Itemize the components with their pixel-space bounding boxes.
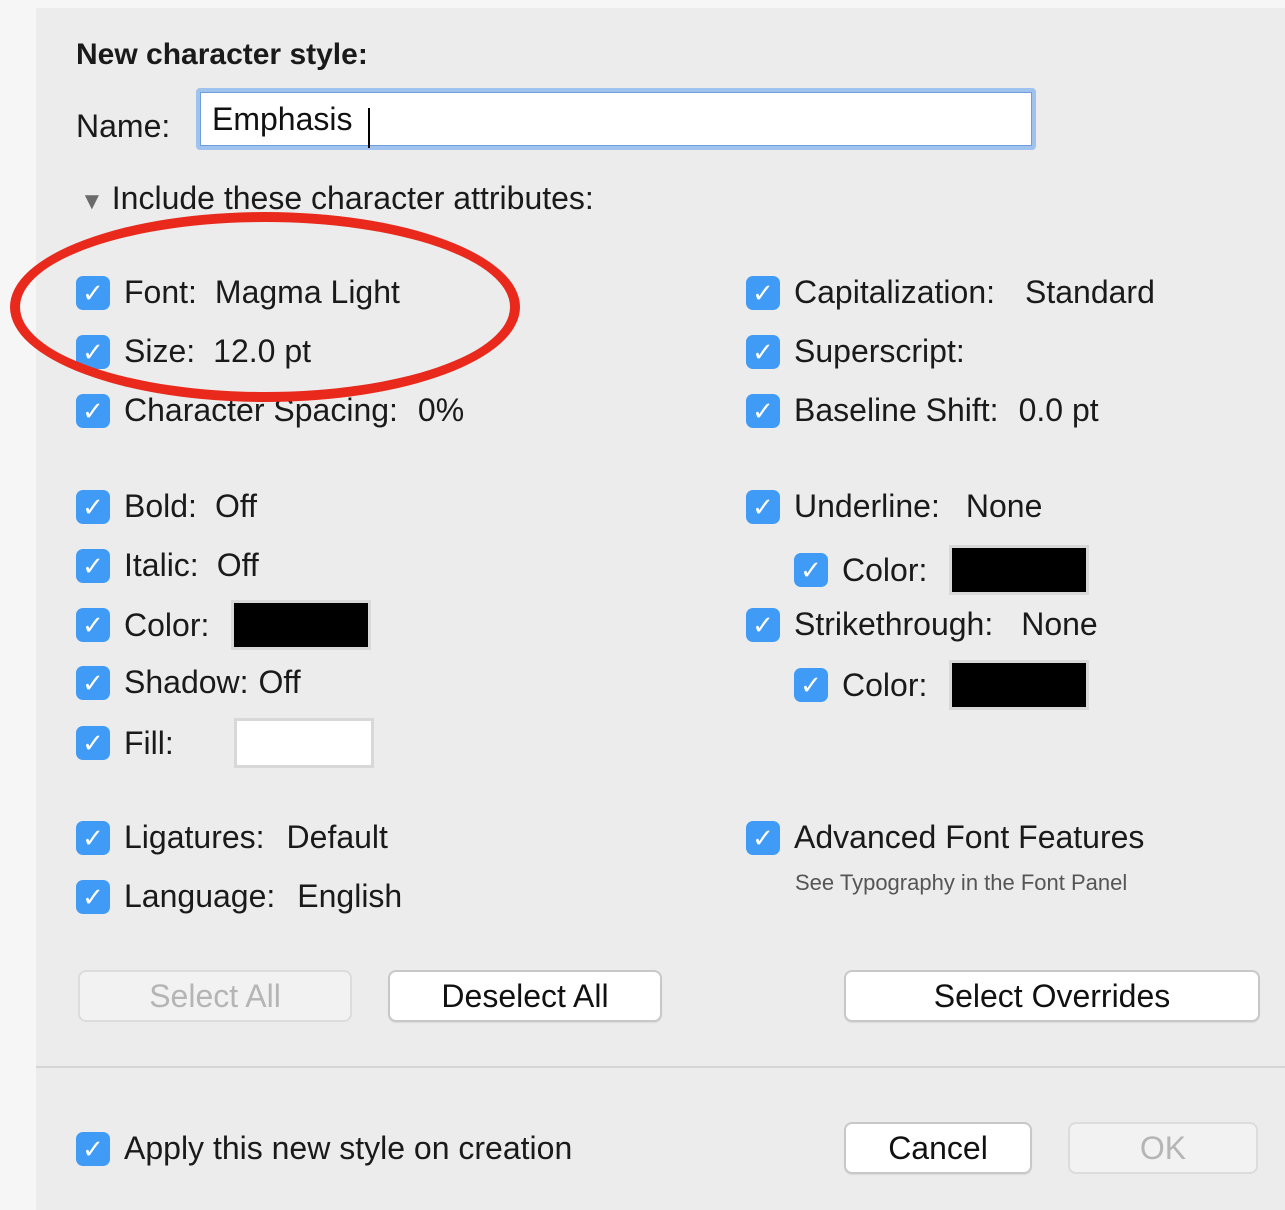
underline-value: None (965, 488, 1043, 524)
font-row[interactable]: ✓ Font: Magma Light (76, 274, 400, 311)
checkmark-icon[interactable]: ✓ (76, 726, 110, 760)
capitalization-row[interactable]: ✓ Capitalization: Standard (746, 274, 1155, 311)
text-color-swatch[interactable] (231, 600, 372, 650)
language-value: English (297, 878, 403, 914)
select-overrides-button[interactable]: Select Overrides (844, 970, 1260, 1022)
checkmark-icon[interactable]: ✓ (794, 668, 828, 702)
underline-color-label: Color: (842, 551, 928, 588)
color-row[interactable]: ✓ Color: (76, 600, 372, 650)
advanced-font-features-label: Advanced Font Features (794, 819, 1145, 855)
italic-row[interactable]: ✓ Italic: Off (76, 547, 259, 584)
attributes-section-label: Include these character attributes: (111, 180, 594, 216)
character-spacing-value: 0% (417, 392, 465, 428)
baseline-shift-label: Baseline Shift: (794, 392, 999, 428)
underline-color-swatch[interactable] (949, 545, 1090, 595)
checkmark-icon[interactable]: ✓ (746, 334, 780, 369)
size-row[interactable]: ✓ Size: 12.0 pt (76, 333, 311, 370)
capitalization-label: Capitalization: (794, 274, 995, 310)
ligatures-label: Ligatures: (124, 819, 265, 855)
strikethrough-value: None (1021, 606, 1098, 642)
strikethrough-color-swatch[interactable] (949, 660, 1090, 710)
apply-on-creation-label: Apply this new style on creation (124, 1130, 573, 1166)
checkmark-icon[interactable]: ✓ (746, 489, 780, 524)
underline-label: Underline: (794, 488, 940, 524)
baseline-shift-row[interactable]: ✓ Baseline Shift: 0.0 pt (746, 392, 1099, 429)
attributes-disclosure[interactable]: ▼ Include these character attributes: (80, 180, 594, 217)
strikethrough-color-label: Color: (842, 666, 928, 703)
language-row[interactable]: ✓ Language: English (76, 878, 402, 915)
name-label: Name: (76, 108, 171, 144)
advanced-font-features-note: See Typography in the Font Panel (795, 870, 1128, 895)
italic-value: Off (216, 547, 259, 583)
size-value: 12.0 pt (213, 333, 311, 369)
strikethrough-color-row[interactable]: ✓ Color: (794, 660, 1090, 710)
deselect-all-button[interactable]: Deselect All (388, 970, 662, 1022)
checkmark-icon[interactable]: ✓ (76, 393, 110, 428)
bold-label: Bold: (124, 488, 197, 524)
shadow-label: Shadow: (124, 664, 249, 700)
checkmark-icon[interactable]: ✓ (794, 553, 828, 587)
underline-color-row[interactable]: ✓ Color: (794, 545, 1090, 595)
checkmark-icon[interactable]: ✓ (76, 879, 110, 914)
advanced-font-features-row[interactable]: ✓ Advanced Font Features (746, 819, 1144, 856)
cancel-button[interactable]: Cancel (844, 1122, 1032, 1174)
checkmark-icon[interactable]: ✓ (746, 275, 780, 310)
font-value: Magma Light (214, 274, 400, 310)
checkmark-icon[interactable]: ✓ (746, 607, 780, 642)
underline-row[interactable]: ✓ Underline: None (746, 488, 1042, 525)
shadow-row[interactable]: ✓ Shadow: Off (76, 664, 301, 701)
bold-row[interactable]: ✓ Bold: Off (76, 488, 257, 525)
checkmark-icon[interactable]: ✓ (76, 665, 110, 700)
ligatures-row[interactable]: ✓ Ligatures: Default (76, 819, 388, 856)
shadow-value: Off (258, 664, 301, 700)
superscript-row[interactable]: ✓ Superscript: (746, 333, 965, 370)
fill-label: Fill: (124, 724, 174, 761)
checkmark-icon[interactable]: ✓ (76, 334, 110, 369)
superscript-label: Superscript: (794, 333, 965, 369)
character-spacing-row[interactable]: ✓ Character Spacing: 0% (76, 392, 464, 429)
capitalization-value: Standard (1025, 274, 1155, 310)
font-label: Font: (124, 274, 197, 310)
fill-row[interactable]: ✓ Fill: (76, 718, 374, 768)
select-all-button[interactable]: Select All (78, 970, 352, 1022)
character-spacing-label: Character Spacing: (124, 392, 398, 428)
checkmark-icon[interactable]: ✓ (76, 1131, 110, 1166)
checkmark-icon[interactable]: ✓ (76, 275, 110, 310)
checkmark-icon[interactable]: ✓ (76, 608, 110, 642)
checkmark-icon[interactable]: ✓ (746, 820, 780, 855)
text-caret (368, 108, 370, 148)
footer-divider (36, 1066, 1285, 1068)
dialog-title: New character style: (76, 38, 368, 71)
checkmark-icon[interactable]: ✓ (76, 548, 110, 583)
checkmark-icon[interactable]: ✓ (76, 820, 110, 855)
fill-color-swatch[interactable] (233, 718, 374, 768)
strikethrough-row[interactable]: ✓ Strikethrough: None (746, 606, 1098, 643)
language-label: Language: (124, 878, 276, 914)
apply-on-creation-row[interactable]: ✓ Apply this new style on creation (76, 1130, 572, 1167)
new-character-style-dialog: New character style: Name: ▼ Include thes… (36, 8, 1285, 1210)
ligatures-value: Default (286, 819, 388, 855)
strikethrough-label: Strikethrough: (794, 606, 994, 642)
ok-button[interactable]: OK (1068, 1122, 1258, 1174)
baseline-shift-value: 0.0 pt (1018, 392, 1099, 428)
size-label: Size: (124, 333, 196, 369)
disclosure-triangle-icon: ▼ (80, 188, 104, 215)
checkmark-icon[interactable]: ✓ (76, 489, 110, 524)
bold-value: Off (214, 488, 258, 524)
italic-label: Italic: (124, 547, 199, 583)
checkmark-icon[interactable]: ✓ (746, 393, 780, 428)
name-input[interactable] (196, 88, 1036, 150)
color-label: Color: (124, 606, 210, 643)
